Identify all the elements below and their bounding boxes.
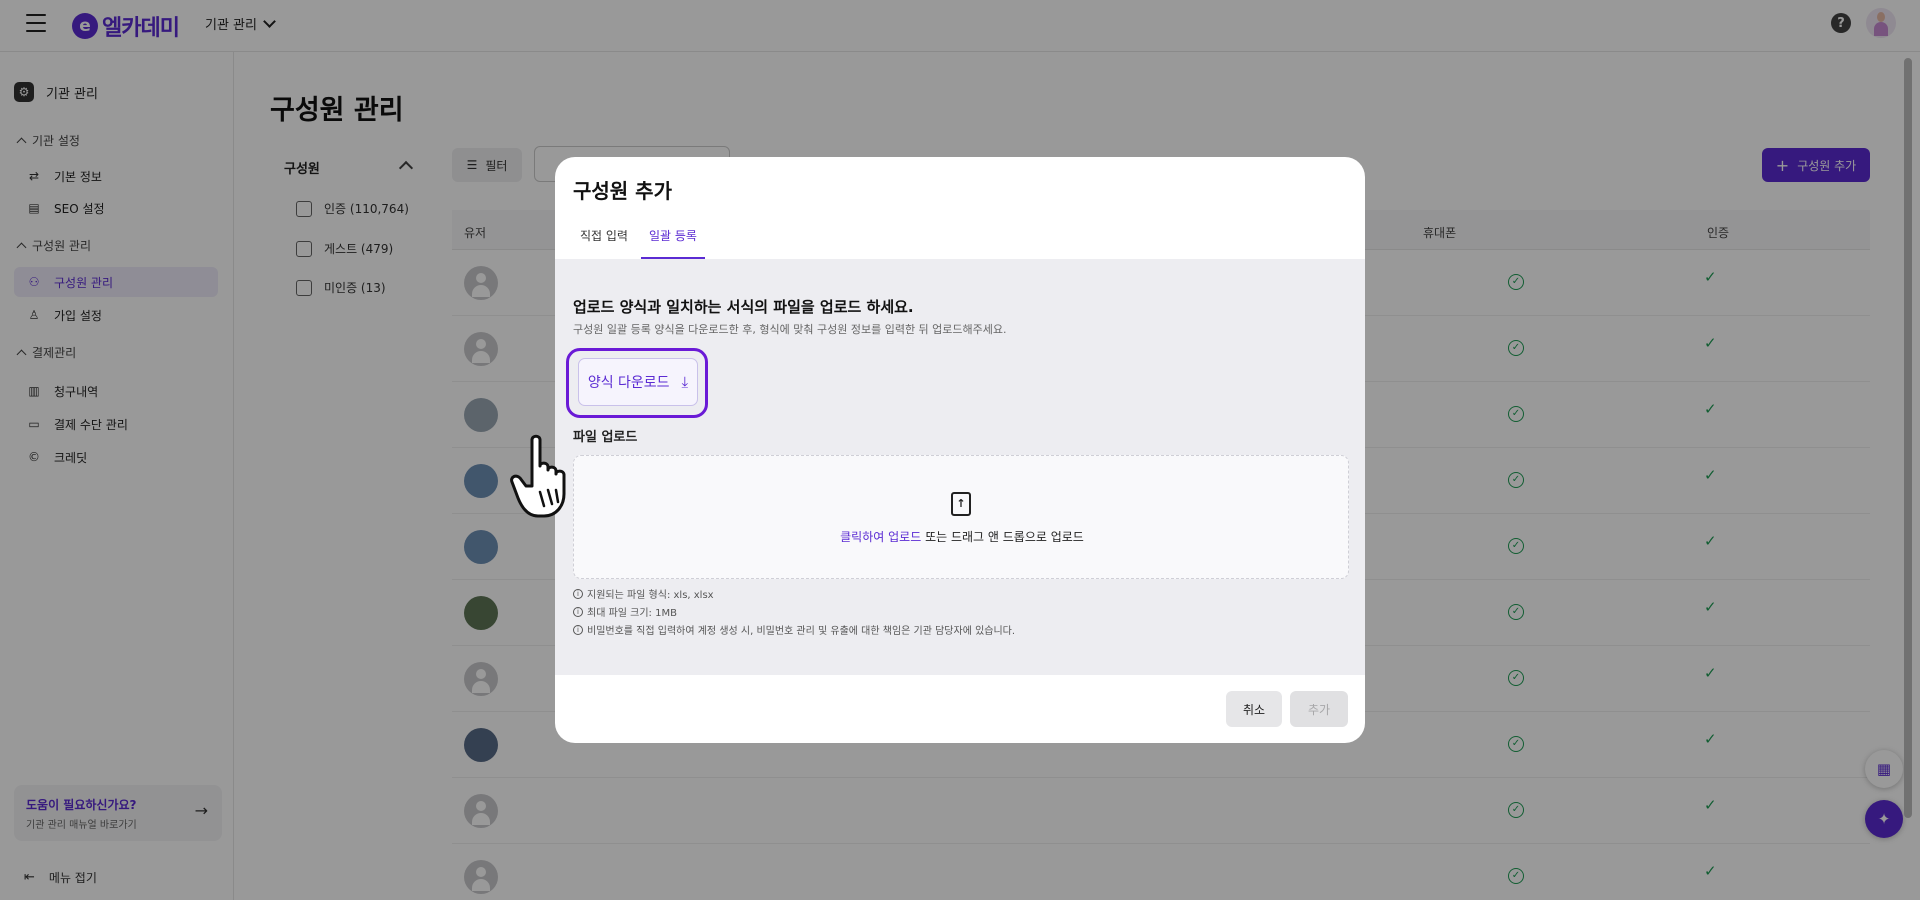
dropzone-text: 클릭하여 업로드 또는 드래그 앤 드롭으로 업로드 bbox=[574, 528, 1350, 545]
upload-instruction-subtitle: 구성원 일괄 등록 양식을 다운로드한 후, 형식에 맞춰 구성원 정보를 입력… bbox=[573, 323, 1007, 336]
modal-body: 업로드 양식과 일치하는 서식의 파일을 업로드 하세요. 구성원 일괄 등록 … bbox=[555, 259, 1365, 675]
add-member-modal: 구성원 추가 직접 입력 일괄 등록 업로드 양식과 일치하는 서식의 파일을 … bbox=[555, 157, 1365, 743]
note-password-responsibility: i 비밀번호를 직접 입력하여 계정 생성 시, 비밀번호 관리 및 유출에 대… bbox=[573, 622, 1015, 637]
info-icon: i bbox=[573, 606, 583, 617]
info-icon: i bbox=[573, 588, 583, 599]
hand-pointer-cursor-icon bbox=[510, 434, 566, 518]
download-template-label: 양식 다운로드 bbox=[587, 375, 670, 391]
download-icon: ⤓ bbox=[681, 373, 689, 391]
add-button[interactable]: 추가 bbox=[1290, 691, 1348, 727]
download-template-button[interactable]: 양식 다운로드 ⤓ bbox=[578, 358, 698, 406]
note-text: 최대 파일 크기: 1MB bbox=[587, 608, 677, 619]
file-dropzone[interactable]: ↑ 클릭하여 업로드 또는 드래그 앤 드롭으로 업로드 bbox=[573, 455, 1349, 579]
tab-direct-input[interactable]: 직접 입력 bbox=[580, 227, 628, 259]
note-file-format: i 지원되는 파일 형식: xls, xlsx bbox=[573, 586, 714, 601]
note-text: 지원되는 파일 형식: xls, xlsx bbox=[587, 590, 714, 601]
note-text: 비밀번호를 직접 입력하여 계정 생성 시, 비밀번호 관리 및 유출에 대한 … bbox=[587, 626, 1016, 637]
cancel-button[interactable]: 취소 bbox=[1226, 691, 1282, 727]
dropzone-hint: 또는 드래그 앤 드롭으로 업로드 bbox=[921, 530, 1084, 544]
tab-bulk-register[interactable]: 일괄 등록 bbox=[641, 227, 705, 259]
upload-instruction-title: 업로드 양식과 일치하는 서식의 파일을 업로드 하세요. bbox=[573, 298, 914, 316]
click-to-upload-link[interactable]: 클릭하여 업로드 bbox=[840, 530, 921, 544]
modal-title: 구성원 추가 bbox=[573, 179, 672, 203]
file-upload-icon: ↑ bbox=[951, 492, 971, 516]
note-file-size: i 최대 파일 크기: 1MB bbox=[573, 604, 677, 619]
info-icon: i bbox=[573, 624, 583, 635]
